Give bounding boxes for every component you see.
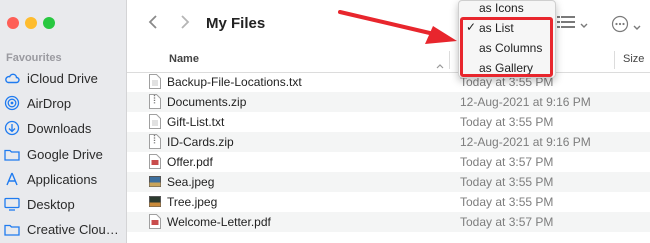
sidebar-section-title: Favourites (6, 52, 62, 64)
column-divider[interactable] (614, 51, 615, 69)
image-file-icon (149, 194, 161, 209)
close-window-button[interactable] (7, 17, 19, 29)
file-date: Today at 3:55 PM (460, 115, 554, 129)
forward-button[interactable] (177, 14, 193, 34)
table-row[interactable]: ID-Cards.zip 12-Aug-2021 at 9:16 PM (127, 132, 650, 152)
pdf-file-icon (149, 214, 161, 229)
file-date: Today at 3:57 PM (460, 215, 554, 229)
text-file-icon (149, 74, 161, 89)
file-name: Documents.zip (167, 95, 247, 109)
minimize-window-button[interactable] (25, 17, 37, 29)
cloud-icon (3, 69, 21, 87)
file-date: Today at 3:55 PM (460, 195, 554, 209)
chevron-down-icon (633, 18, 641, 36)
menu-item-as-icons[interactable]: as Icons (459, 0, 555, 18)
back-button[interactable] (145, 14, 161, 34)
zip-file-icon (149, 94, 161, 109)
maximize-window-button[interactable] (43, 17, 55, 29)
sidebar-item-applications[interactable]: Applications (0, 167, 126, 191)
sidebar-item-label: Creative Clou… (27, 221, 119, 237)
sidebar-item-google-drive[interactable]: Google Drive (0, 142, 126, 166)
file-name: Offer.pdf (167, 155, 213, 169)
sidebar-item-icloud-drive[interactable]: iCloud Drive (0, 66, 126, 90)
window-title: My Files (206, 15, 266, 32)
sidebar-item-label: Google Drive (27, 146, 103, 162)
table-row[interactable]: Backup-File-Locations.txt Today at 3:55 … (127, 72, 650, 92)
toolbar: My Files (127, 0, 650, 49)
folder-icon (3, 220, 21, 238)
file-date: 12-Aug-2021 at 9:16 PM (460, 95, 591, 109)
table-row[interactable]: Welcome-Letter.pdf Today at 3:57 PM (127, 212, 650, 232)
action-menu-button[interactable] (611, 15, 641, 38)
chevron-down-icon (580, 16, 588, 34)
sidebar-item-label: iCloud Drive (27, 70, 98, 86)
annotation-highlight-box (460, 17, 553, 77)
sidebar-item-creative-cloud[interactable]: Creative Clou… (0, 217, 126, 241)
file-name: Gift-List.txt (167, 115, 225, 129)
file-name: Tree.jpeg (167, 195, 218, 209)
file-name: ID-Cards.zip (167, 135, 234, 149)
sidebar-item-label: AirDrop (27, 95, 72, 111)
table-row[interactable]: Gift-List.txt Today at 3:55 PM (127, 112, 650, 132)
table-row[interactable]: Offer.pdf Today at 3:57 PM (127, 152, 650, 172)
pdf-file-icon (149, 154, 161, 169)
sidebar: Favourites iCloud Drive AirDrop Download… (0, 0, 127, 243)
file-name: Sea.jpeg (167, 175, 215, 189)
column-header-size[interactable]: Size (623, 53, 644, 65)
file-date: 12-Aug-2021 at 9:16 PM (460, 135, 591, 149)
sidebar-item-downloads[interactable]: Downloads (0, 116, 126, 140)
file-list: Backup-File-Locations.txt Today at 3:55 … (127, 72, 650, 232)
airdrop-icon (3, 94, 21, 112)
file-name: Welcome-Letter.pdf (167, 215, 271, 229)
applications-icon (3, 170, 21, 188)
folder-icon (3, 145, 21, 163)
desktop-icon (3, 195, 21, 213)
sidebar-item-desktop[interactable]: Desktop (0, 192, 126, 216)
sidebar-item-label: Downloads (27, 120, 92, 136)
file-name: Backup-File-Locations.txt (167, 75, 302, 89)
column-header-name[interactable]: Name (169, 53, 199, 65)
text-file-icon (149, 114, 161, 129)
list-view-icon (557, 15, 575, 34)
more-options-icon (611, 15, 629, 38)
column-divider[interactable] (449, 51, 450, 69)
chevron-right-icon (180, 14, 190, 35)
file-date: Today at 3:55 PM (460, 175, 554, 189)
sidebar-item-airdrop[interactable]: AirDrop (0, 91, 126, 115)
chevron-left-icon (148, 14, 158, 35)
zip-file-icon (149, 134, 161, 149)
image-file-icon (149, 174, 161, 189)
view-options-button[interactable] (557, 15, 588, 34)
download-icon (3, 119, 21, 137)
table-row[interactable]: Sea.jpeg Today at 3:55 PM (127, 172, 650, 192)
sidebar-item-label: Applications (27, 171, 98, 187)
column-header-bar: Name Size (127, 48, 650, 73)
table-row[interactable]: Documents.zip 12-Aug-2021 at 9:16 PM (127, 92, 650, 112)
table-row[interactable]: Tree.jpeg Today at 3:55 PM (127, 192, 650, 212)
sidebar-item-label: Desktop (27, 196, 75, 212)
menu-item-label: as Icons (479, 1, 524, 15)
file-date: Today at 3:57 PM (460, 155, 554, 169)
